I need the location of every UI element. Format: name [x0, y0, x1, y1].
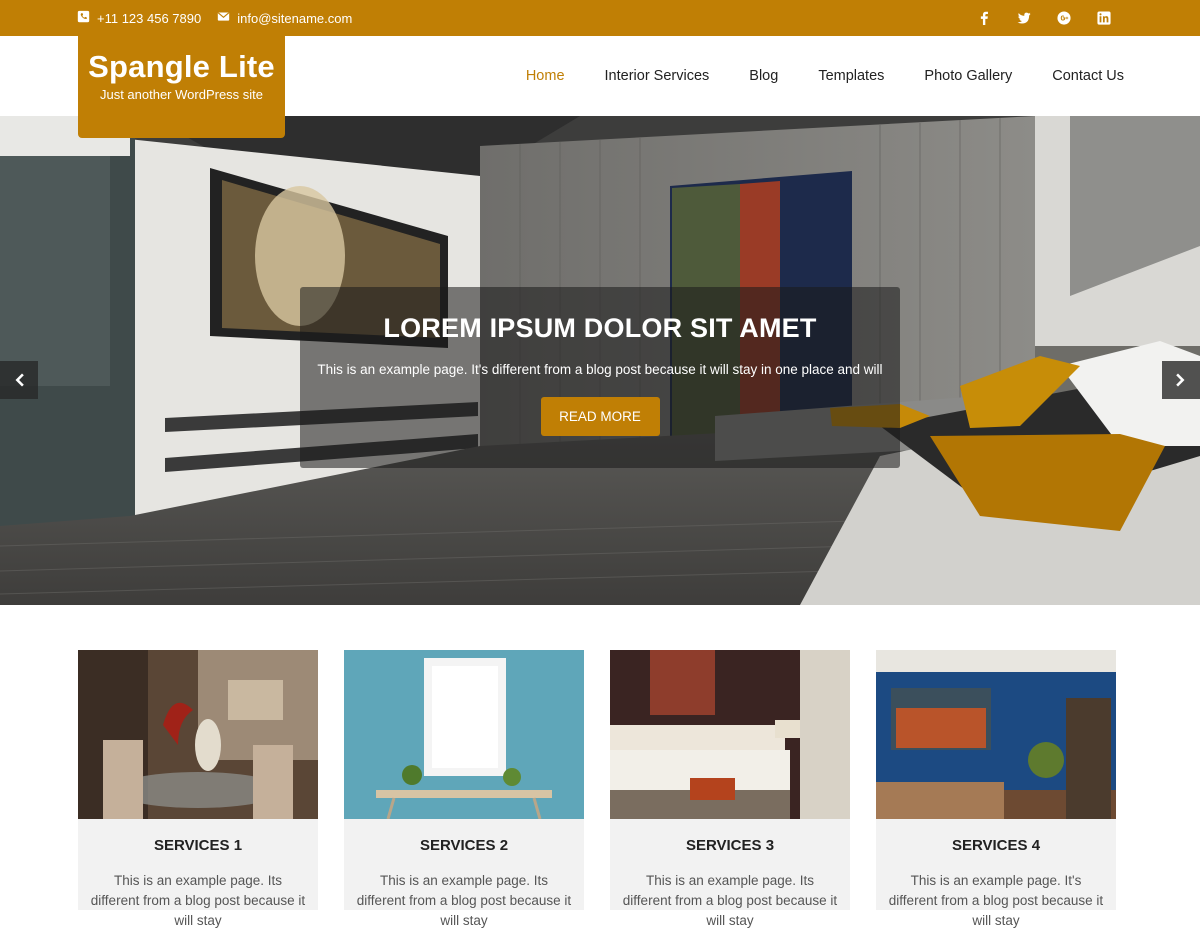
chevron-left-icon	[15, 373, 24, 387]
site-title: Spangle Lite	[88, 49, 275, 84]
chevron-right-icon	[1176, 373, 1185, 387]
email-item[interactable]: info@sitename.com	[217, 10, 352, 26]
phone-number: +11 123 456 7890	[97, 10, 202, 26]
main-navigation: Home Interior Services Blog Templates Ph…	[526, 36, 1124, 116]
social-links	[976, 0, 1112, 36]
service-card[interactable]: SERVICES 3 This is an example page. Its …	[610, 650, 850, 928]
service-title[interactable]: SERVICES 4	[876, 837, 1116, 854]
slider-next-button[interactable]	[1162, 361, 1200, 399]
nav-item-contact-us[interactable]: Contact Us	[1052, 68, 1124, 84]
service-description: This is an example page. Its different f…	[90, 873, 306, 928]
phone-item[interactable]: +11 123 456 7890	[77, 10, 201, 26]
service-description: This is an example page. Its different f…	[356, 873, 572, 928]
service-image-blue-room[interactable]	[876, 650, 1116, 819]
google-plus-icon[interactable]	[1056, 10, 1072, 26]
twitter-icon[interactable]	[1016, 10, 1032, 26]
hero-slider: LOREM IPSUM DOLOR SIT AMET This is an ex…	[0, 116, 1200, 605]
site-tagline: Just another WordPress site	[99, 87, 264, 102]
facebook-icon[interactable]	[976, 10, 992, 26]
slider-title: LOREM IPSUM DOLOR SIT AMET	[383, 313, 817, 343]
service-title[interactable]: SERVICES 3	[610, 837, 850, 854]
nav-item-blog[interactable]: Blog	[749, 68, 778, 84]
service-description: This is an example page. Its different f…	[622, 873, 838, 928]
slider-prev-button[interactable]	[0, 361, 38, 399]
envelope-icon	[217, 10, 230, 26]
service-image-frame[interactable]	[344, 650, 584, 819]
slider-text: This is an example page. It's different …	[317, 362, 883, 377]
slider-caption: LOREM IPSUM DOLOR SIT AMET This is an ex…	[300, 287, 900, 468]
linkedin-icon[interactable]	[1096, 10, 1112, 26]
service-description: This is an example page. It's different …	[888, 873, 1104, 928]
site-logo[interactable]: Spangle Lite Just another WordPress site	[78, 36, 285, 138]
read-more-button[interactable]: READ MORE	[540, 397, 660, 436]
nav-item-templates[interactable]: Templates	[818, 68, 884, 84]
email-address: info@sitename.com	[237, 10, 353, 26]
services-section: SERVICES 1 This is an example page. Its …	[78, 650, 1118, 928]
service-title[interactable]: SERVICES 1	[78, 837, 318, 854]
phone-icon	[77, 10, 90, 26]
nav-item-home[interactable]: Home	[526, 68, 565, 84]
service-card[interactable]: SERVICES 1 This is an example page. Its …	[78, 650, 318, 928]
nav-item-photo-gallery[interactable]: Photo Gallery	[924, 68, 1012, 84]
service-card[interactable]: SERVICES 2 This is an example page. Its …	[344, 650, 584, 928]
service-image-dining[interactable]	[78, 650, 318, 819]
top-bar: +11 123 456 7890 info@sitename.com	[0, 0, 1200, 36]
service-title[interactable]: SERVICES 2	[344, 837, 584, 854]
nav-item-interior-services[interactable]: Interior Services	[605, 68, 710, 84]
service-card[interactable]: SERVICES 4 This is an example page. It's…	[876, 650, 1116, 928]
service-image-bedroom[interactable]	[610, 650, 850, 819]
contact-info: +11 123 456 7890 info@sitename.com	[77, 0, 358, 36]
